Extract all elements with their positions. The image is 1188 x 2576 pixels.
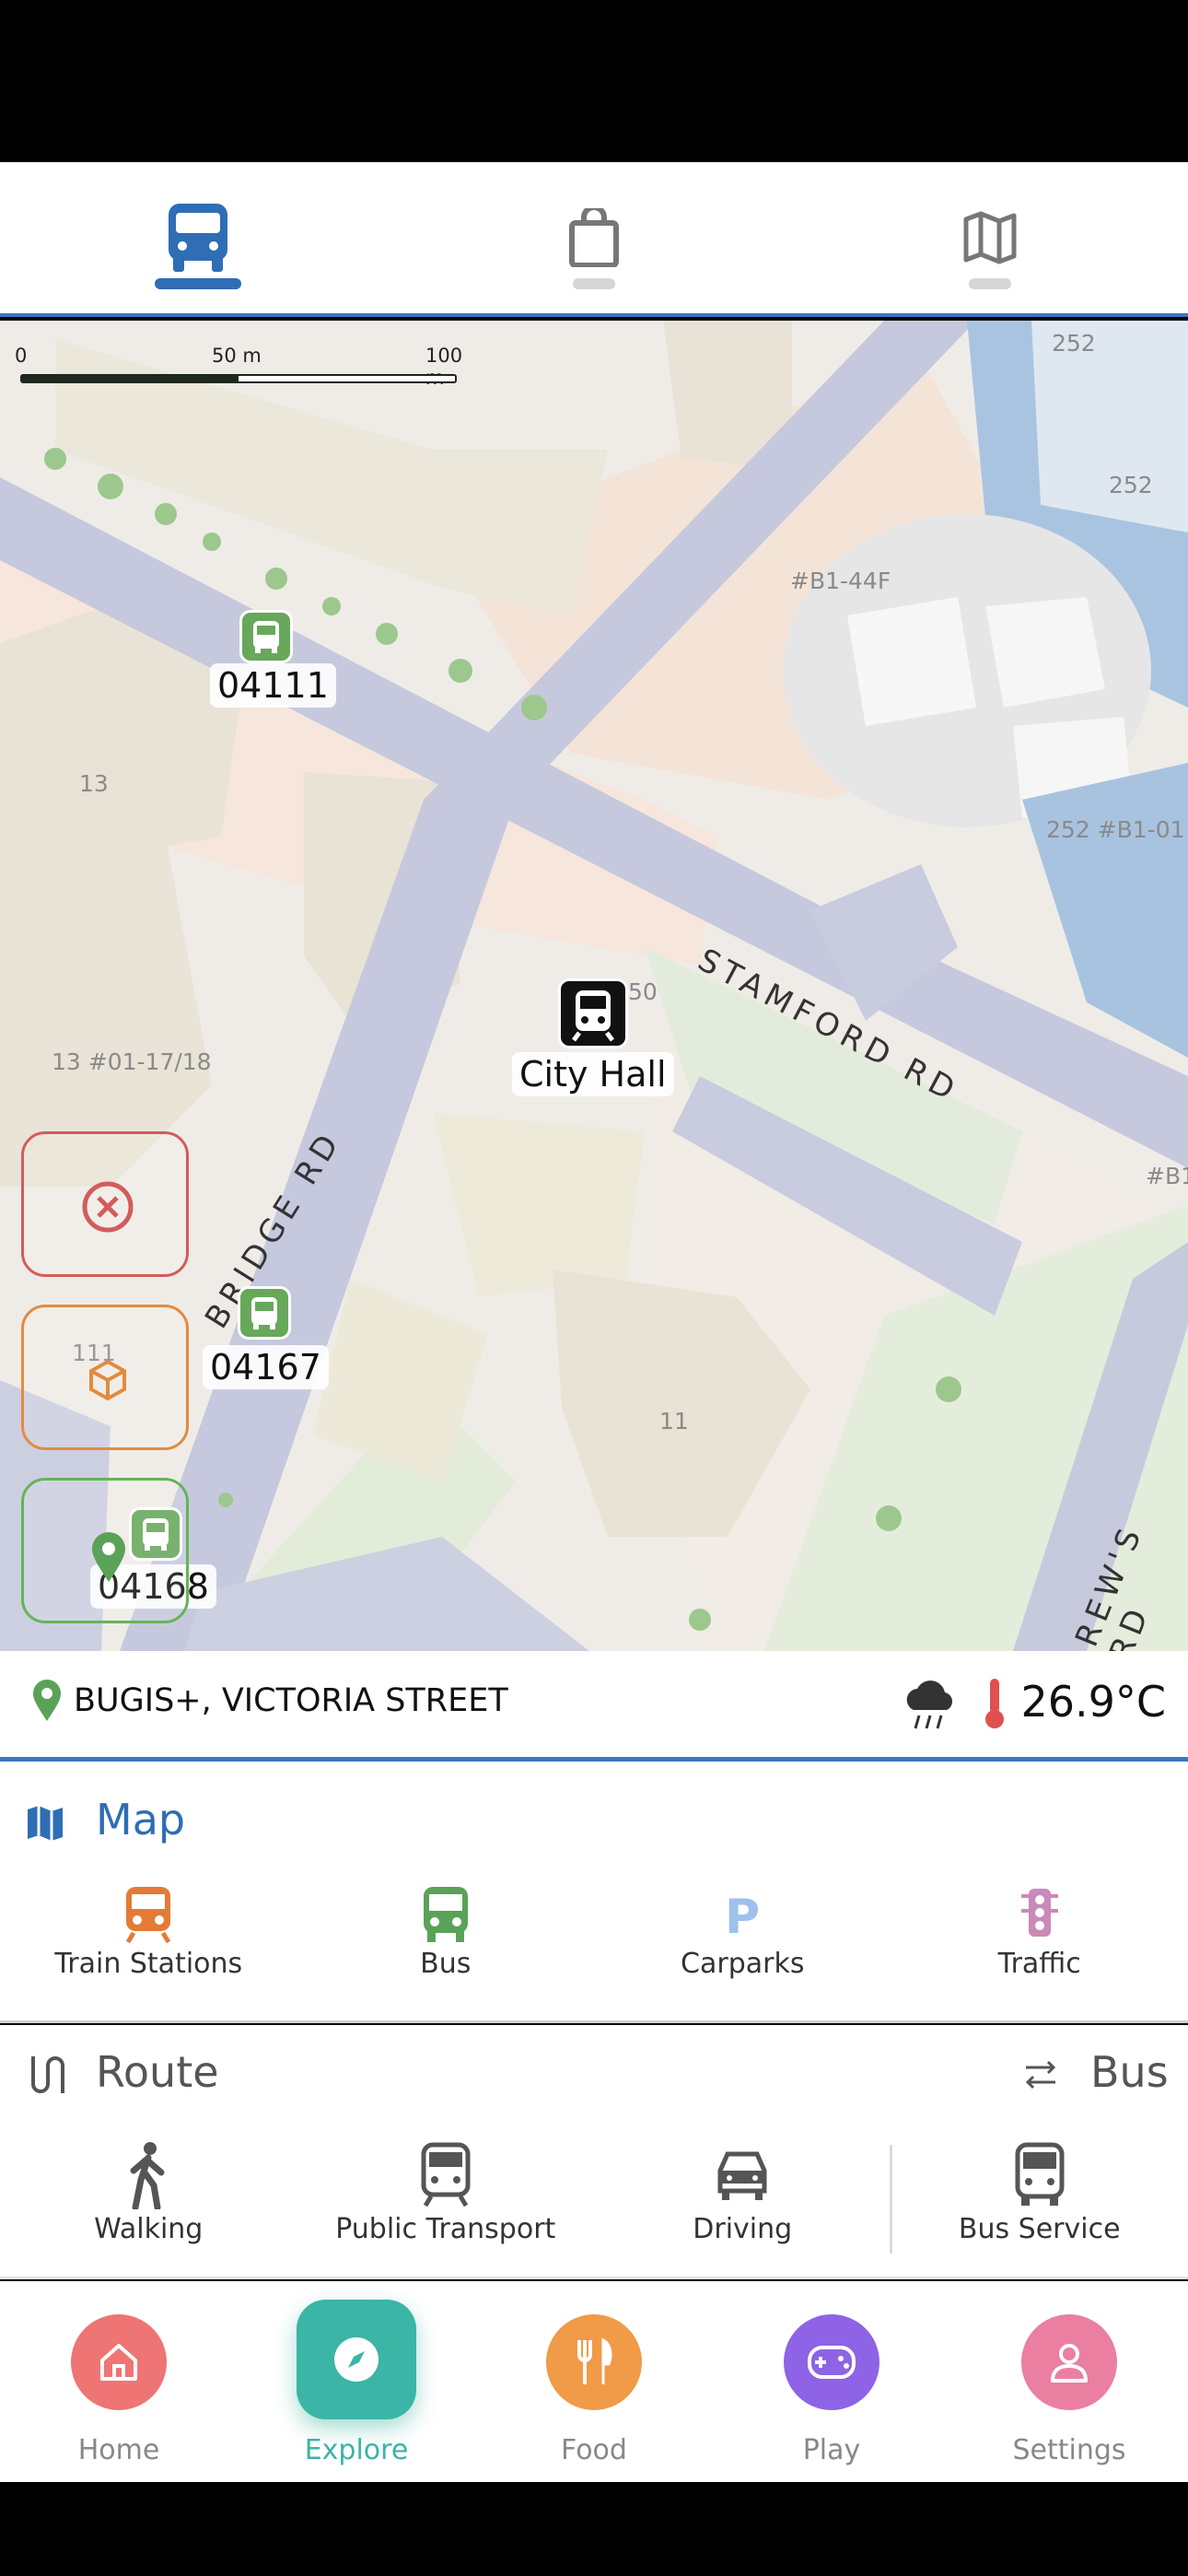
route-option-label: Driving — [693, 2213, 793, 2245]
nav-explore[interactable]: Explore — [238, 2281, 475, 2482]
building-label: 50 — [628, 978, 658, 1005]
food-icon — [546, 2314, 642, 2410]
scale-bar — [20, 374, 457, 383]
route-options-grid: Walking Public Transport Driving Bus Ser… — [0, 2141, 1188, 2245]
layer-label: Train Stations — [54, 1948, 243, 1980]
train-station-label[interactable]: City Hall — [512, 1052, 674, 1096]
route-icon — [31, 2056, 64, 2093]
route-option-label: Bus Service — [958, 2213, 1121, 2245]
layer-bus[interactable]: Bus — [297, 1883, 595, 1980]
building-label: 11 — [659, 1408, 689, 1434]
building-label: 252 — [1109, 472, 1153, 498]
building-label: #B1-44F — [790, 568, 891, 594]
user-icon — [1021, 2314, 1117, 2410]
cube-icon — [89, 1359, 126, 1401]
train-icon — [421, 2142, 471, 2207]
map-layers-section: Map Train Stations Bus P Carparks Traffi… — [0, 1762, 1188, 2023]
tab-map[interactable] — [792, 162, 1188, 313]
parking-icon: P — [725, 1890, 760, 1945]
building-label: 252 #B1-01 — [1046, 816, 1185, 843]
gamepad-icon — [784, 2314, 879, 2410]
route-option-label: Public Transport — [335, 2213, 556, 2245]
bus-icon — [169, 204, 227, 272]
current-location-text: BUGIS+, VICTORIA STREET — [74, 1682, 508, 1719]
building-label: 13 — [79, 770, 109, 797]
location-bar[interactable]: BUGIS+, VICTORIA STREET 26.9°C — [0, 1651, 1188, 1762]
tab-bus[interactable] — [0, 162, 396, 313]
map-scale: 0 50 m 100 m — [15, 345, 462, 389]
shopping-bag-icon — [569, 208, 619, 267]
bus-icon — [423, 1887, 468, 1942]
route-mode-toggle[interactable]: Bus — [1090, 2047, 1169, 2097]
nav-label: Home — [77, 2434, 160, 2466]
layer-traffic[interactable]: Traffic — [891, 1883, 1188, 1980]
top-tab-bar — [0, 162, 1188, 317]
layer-label: Carparks — [681, 1948, 805, 1980]
route-public-transport[interactable]: Public Transport — [297, 2141, 595, 2245]
swap-icon — [1025, 2060, 1056, 2090]
bus-stop-label[interactable]: 04111 — [210, 663, 336, 708]
layer-label: Bus — [420, 1948, 472, 1980]
train-icon — [126, 1887, 171, 1944]
section-title-route: Route — [96, 2047, 219, 2097]
layer-train-stations[interactable]: Train Stations — [0, 1883, 297, 1980]
map-layer-grid: Train Stations Bus P Carparks Traffic — [0, 1883, 1188, 1980]
temperature-text: 26.9°C — [1020, 1677, 1166, 1727]
nav-food[interactable]: Food — [475, 2281, 713, 2482]
building-label: 13 #01-17/18 — [52, 1048, 212, 1075]
location-pin-icon — [92, 1532, 125, 1582]
nav-label: Food — [561, 2434, 627, 2466]
route-walking[interactable]: Walking — [0, 2141, 297, 2245]
map-icon — [963, 211, 1017, 264]
rain-cloud-icon — [906, 1680, 953, 1729]
route-driving[interactable]: Driving — [594, 2141, 891, 2245]
nav-label: Play — [802, 2434, 861, 2466]
scale-zero: 0 — [15, 345, 28, 367]
train-station-pin-icon[interactable] — [558, 978, 628, 1048]
section-title-map: Map — [96, 1795, 186, 1844]
map-view[interactable]: 0 50 m 100 m 252 252 #B1-44F 252 #B1-01 … — [0, 321, 1188, 1651]
tab-indicator — [573, 278, 615, 289]
nav-settings[interactable]: Settings — [950, 2281, 1188, 2482]
bus-stop-pin-icon[interactable] — [239, 610, 293, 663]
route-option-label: Walking — [94, 2213, 204, 2245]
walking-icon — [130, 2142, 165, 2211]
bottom-nav: Home Explore Food Play Settings — [0, 2281, 1188, 2482]
bus-stop-pin-icon[interactable] — [238, 1286, 291, 1340]
route-section: Route Bus Walking Public Transport Drivi… — [0, 2025, 1188, 2279]
scale-mid: 50 m — [212, 345, 262, 367]
tab-shopping[interactable] — [396, 162, 792, 313]
layer-carparks[interactable]: P Carparks — [594, 1883, 891, 1980]
building-label: 252 — [1052, 330, 1096, 357]
close-circle-icon — [82, 1181, 134, 1233]
svg-text:P: P — [725, 1890, 760, 1944]
car-icon — [717, 2151, 767, 2200]
route-divider — [890, 2145, 892, 2254]
app-screen: 0 50 m 100 m 252 252 #B1-44F 252 #B1-01 … — [0, 0, 1188, 2576]
tab-indicator — [155, 278, 241, 289]
building-label: #B1 — [1146, 1163, 1188, 1189]
tab-indicator — [969, 278, 1011, 289]
nav-home[interactable]: Home — [0, 2281, 238, 2482]
thermometer-icon — [985, 1679, 1004, 1728]
3d-view-button[interactable] — [21, 1305, 189, 1450]
bus-stop-label[interactable]: 04167 — [203, 1345, 329, 1389]
nav-label: Settings — [1012, 2434, 1126, 2466]
map-icon — [28, 1806, 63, 1841]
nav-label: Explore — [304, 2434, 409, 2466]
my-location-button[interactable] — [21, 1478, 189, 1623]
route-bus-service[interactable]: Bus Service — [891, 2141, 1188, 2245]
nav-play[interactable]: Play — [713, 2281, 950, 2482]
compass-icon — [297, 2300, 416, 2419]
clear-map-button[interactable] — [21, 1131, 189, 1277]
traffic-light-icon — [1020, 1889, 1058, 1937]
location-pin-icon — [33, 1680, 61, 1721]
bus-icon — [1015, 2142, 1065, 2206]
layer-label: Traffic — [997, 1948, 1081, 1980]
home-icon — [71, 2314, 167, 2410]
